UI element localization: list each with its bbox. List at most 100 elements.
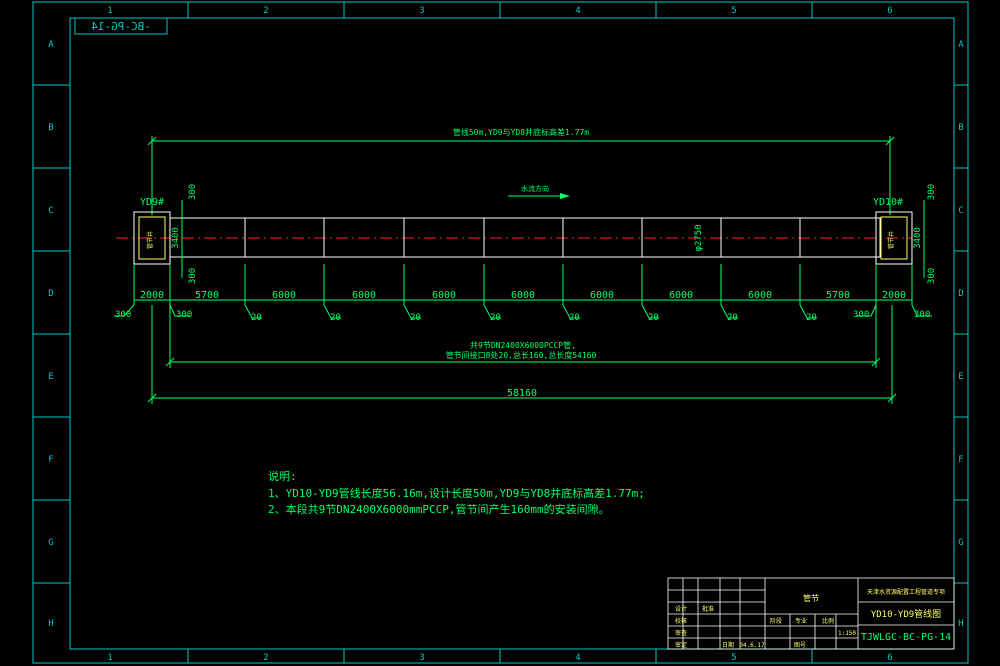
well-width-dims (181, 200, 925, 278)
row-label: C (958, 206, 963, 216)
pipeline-plan: 管线50m,YD9与YD8井底标高差1.77m 水流方向 YD9# YD10# … (114, 127, 937, 404)
segment-label: 6000 (272, 290, 296, 301)
total-length: 58160 (507, 388, 537, 399)
offset-label: 300 (853, 310, 869, 320)
segment-label: 2000 (882, 290, 906, 301)
label-drawing-no: 图号 (794, 642, 806, 649)
joint-gap-label: 20 (569, 313, 580, 323)
row-label: E (958, 372, 963, 382)
notes: 说明: 1、YD10-YD9管线长度56.16m,设计长度50m,YD9与YD8… (268, 469, 645, 516)
notes-line1: 1、YD10-YD9管线长度56.16m,设计长度50m,YD9与YD8井底标高… (268, 486, 645, 500)
title-block-text: 天津水资源配置工程管道专项 YD10-YD9管线图 TJWLGC-BC-PG-1… (675, 588, 951, 649)
joint-gap-label: 20 (648, 313, 659, 323)
row-label: A (48, 40, 54, 50)
label-ratify: 批准 (702, 605, 714, 613)
well-label-right: YD10# (873, 197, 903, 208)
row-label: B (958, 123, 963, 133)
pipe-summary-line1: 共9节DN2400X6000PCCP管, (470, 340, 576, 350)
col-label: 4 (575, 6, 580, 16)
offset-label: 300 (115, 310, 131, 320)
label-approve: 审定 (675, 641, 687, 649)
well-inner-label: 管节井 (146, 231, 154, 249)
col-label: 6 (887, 6, 892, 16)
label-design: 设计 (675, 605, 687, 613)
label-scale: 比例 (822, 617, 834, 625)
top-dimension (147, 136, 895, 215)
joint-gap-label: 20 (727, 313, 738, 323)
drawing-frame (32, 1, 969, 664)
row-label: H (48, 619, 53, 629)
row-label: F (958, 455, 963, 465)
notes-line2: 2、本段共9节DN2400X6000mmPCCP,管节间产生160mm的安装间隙… (268, 502, 610, 516)
offset-300-tr: 300 (927, 184, 937, 200)
segment-label: 6000 (590, 290, 614, 301)
row-label: D (48, 289, 53, 299)
outer-border (32, 1, 969, 664)
well-inner-label: 管节井 (887, 231, 895, 249)
cad-drawing-canvas: 1 2 3 4 5 6 1 2 3 4 5 6 A B C D E F G H … (0, 0, 1000, 666)
label-date: 日期 (722, 641, 734, 649)
label-discipline: 专业 (795, 617, 807, 625)
pipe-diameter: φ2750 (694, 224, 704, 251)
segment-label: 6000 (511, 290, 535, 301)
row-label: B (48, 123, 53, 133)
offset-300-br: 300 (927, 268, 937, 284)
joint-gap-label: 20 (330, 313, 341, 323)
row-label: D (958, 289, 963, 299)
col-label: 5 (731, 653, 736, 663)
sheet-title: YD10-YD9管线图 (871, 608, 941, 620)
well-width-left: 3400 (171, 227, 181, 249)
mirrored-drawing-number: -BC-PG-14 (74, 17, 168, 35)
well-width-right: 3400 (913, 227, 923, 249)
label-stage: 阶段 (770, 617, 782, 625)
col-label: 1 (107, 653, 112, 663)
offset-label: 300 (914, 310, 930, 320)
scale-value: 1:150 (838, 630, 856, 637)
col-label: 3 (419, 6, 424, 16)
joint-gap-label: 20 (410, 313, 421, 323)
well-label-left: YD9# (140, 197, 164, 208)
segment-label: 6000 (432, 290, 456, 301)
flow-direction-arrow (508, 193, 570, 199)
row-label: G (48, 538, 53, 548)
col-label: 2 (263, 653, 268, 663)
joint-gap-label: 20 (490, 313, 501, 323)
joint-gap-label: 20 (806, 313, 817, 323)
segment-label: 6000 (352, 290, 376, 301)
pipe-summary-line2: 管节间接口8处20,总长160,总长度54160 (446, 350, 597, 360)
drawing-number: TJWLGC-BC-PG-14 (861, 632, 951, 643)
col-label: 2 (263, 6, 268, 16)
label-review: 审查 (675, 629, 687, 637)
segment-label: 6000 (748, 290, 772, 301)
col-label: 5 (731, 6, 736, 16)
segment-label: 6000 (669, 290, 693, 301)
row-label: C (48, 206, 53, 216)
joint-labels: 20 20 20 20 20 20 20 20 300 300 300 300 (115, 310, 930, 323)
col-label: 1 (107, 6, 112, 16)
top-dimension-label: 管线50m,YD9与YD8井底标高差1.77m (453, 127, 589, 137)
label-check: 校核 (675, 617, 687, 625)
row-label: A (958, 40, 964, 50)
notes-title: 说明: (268, 469, 297, 483)
date-value: 04.6.17 (739, 642, 765, 649)
row-label: F (48, 455, 53, 465)
segment-label: 5700 (826, 290, 850, 301)
project-name: 天津水资源配置工程管道专项 (867, 588, 945, 596)
row-label: H (958, 619, 963, 629)
row-label: E (48, 372, 53, 382)
row-label: G (958, 538, 963, 548)
col-label: 4 (575, 653, 580, 663)
joint-gap-label: 20 (251, 313, 262, 323)
offset-300-bl: 300 (188, 268, 198, 284)
offset-label: 300 (176, 310, 192, 320)
segment-labels: 2000 5700 6000 6000 6000 6000 6000 6000 … (140, 290, 906, 301)
inner-border (69, 17, 955, 650)
flow-direction-label: 水流方向 (521, 184, 549, 193)
col-label: 6 (887, 653, 892, 663)
offset-300-tl: 300 (188, 184, 198, 200)
col-label: 3 (419, 653, 424, 663)
segment-label: 5700 (195, 290, 219, 301)
segment-label: 2000 (140, 290, 164, 301)
drawing-number-mirrored: -BC-PG-14 (91, 20, 151, 33)
stamp-label: 管节 (803, 593, 819, 603)
